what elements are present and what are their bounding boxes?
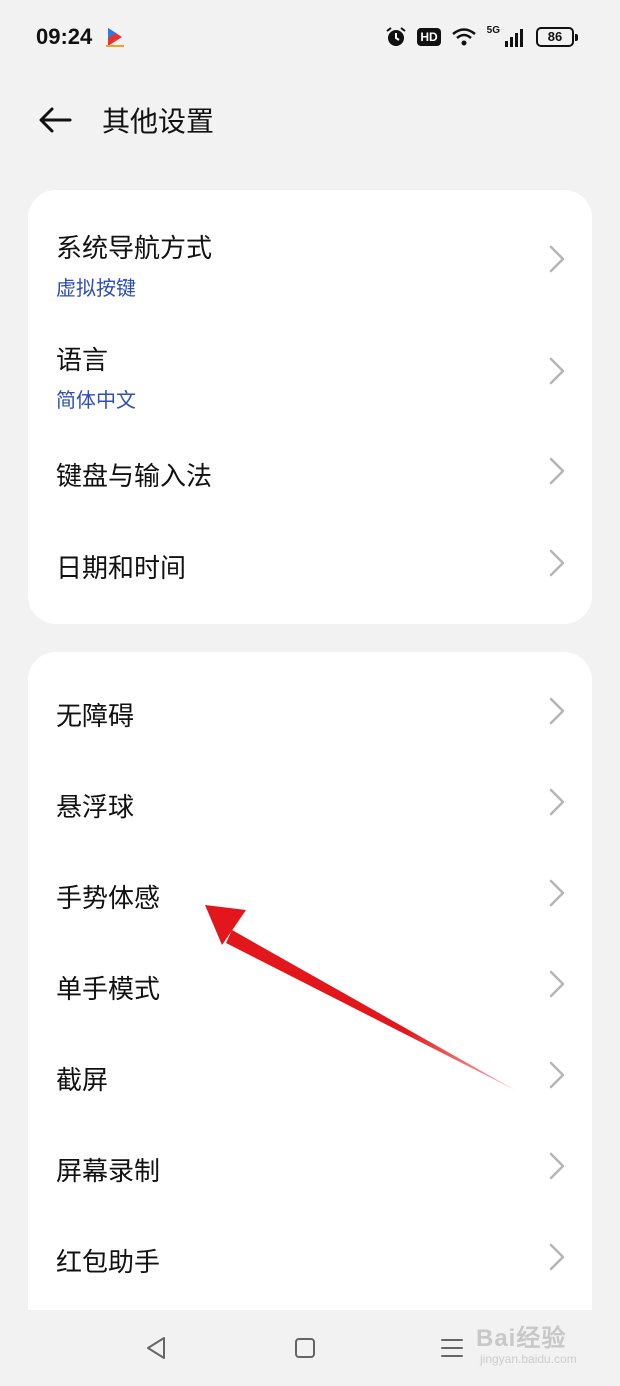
chevron-right-icon	[549, 457, 565, 485]
keyboard-input-item[interactable]: 键盘与输入法	[28, 428, 592, 518]
home-square-icon[interactable]	[289, 1332, 321, 1364]
item-title: 语言	[56, 346, 109, 376]
item-title: 红包助手	[56, 1248, 161, 1278]
screenshot-item[interactable]: 截屏	[28, 1032, 592, 1122]
item-subtitle: 虚拟按键	[56, 276, 136, 300]
item-title: 悬浮球	[56, 793, 135, 823]
chevron-right-icon	[549, 879, 565, 907]
status-time: 09:24	[36, 24, 93, 49]
chevron-right-icon	[549, 1152, 565, 1180]
accessibility-item[interactable]: 无障碍	[28, 668, 592, 758]
item-title: 键盘与输入法	[56, 462, 213, 492]
date-time-item[interactable]: 日期和时间	[28, 520, 592, 610]
watermark-brand: Bai经验	[476, 1325, 567, 1352]
chevron-right-icon	[549, 549, 565, 577]
screen-recording-item[interactable]: 屏幕录制	[28, 1123, 592, 1213]
status-bar: 09:24 HD 5G 86	[0, 0, 620, 76]
menu-lines-icon[interactable]	[436, 1332, 468, 1364]
item-title: 手势体感	[56, 884, 161, 914]
gesture-motion-item[interactable]: 手势体感	[28, 850, 592, 940]
status-icons: HD 5G 86	[385, 22, 578, 52]
wifi-icon	[451, 28, 476, 46]
page-title: 其他设置	[102, 105, 215, 138]
page-header: 其他设置	[0, 92, 620, 148]
one-hand-mode-item[interactable]: 单手模式	[28, 941, 592, 1031]
app-logo-icon	[106, 28, 124, 47]
alarm-icon	[386, 27, 406, 46]
back-button[interactable]	[36, 100, 76, 140]
item-title: 截屏	[56, 1066, 109, 1096]
item-title: 单手模式	[56, 975, 161, 1005]
battery-icon: 86	[536, 27, 578, 47]
network-type-label: 5G	[486, 24, 500, 36]
chevron-right-icon	[549, 245, 565, 273]
item-title: 屏幕录制	[56, 1157, 161, 1187]
item-subtitle: 简体中文	[56, 388, 136, 412]
floating-ball-item[interactable]: 悬浮球	[28, 759, 592, 849]
navigation-mode-item[interactable]: 系统导航方式 虚拟按键	[28, 204, 592, 310]
back-triangle-icon[interactable]	[140, 1332, 172, 1364]
hd-icon: HD	[417, 28, 441, 46]
item-title: 日期和时间	[56, 554, 187, 584]
arrow-left-icon	[39, 107, 72, 133]
signal-icon	[505, 29, 523, 47]
chevron-right-icon	[549, 1061, 565, 1089]
language-item[interactable]: 语言 简体中文	[28, 316, 592, 422]
chevron-right-icon	[549, 970, 565, 998]
chevron-right-icon	[549, 1243, 565, 1271]
chevron-right-icon	[549, 697, 565, 725]
item-title: 无障碍	[56, 702, 135, 732]
red-packet-assistant-item[interactable]: 红包助手	[28, 1214, 592, 1304]
settings-group-2: 无障碍 悬浮球 手势体感 单手模式 截屏 屏幕录制 红包助手	[28, 652, 592, 1332]
item-title: 系统导航方式	[56, 234, 213, 264]
chevron-right-icon	[549, 788, 565, 816]
settings-group-1: 系统导航方式 虚拟按键 语言 简体中文 键盘与输入法 日期和时间	[28, 190, 592, 624]
watermark-url: jingyan.baidu.com	[480, 1352, 577, 1366]
chevron-right-icon	[549, 357, 565, 385]
